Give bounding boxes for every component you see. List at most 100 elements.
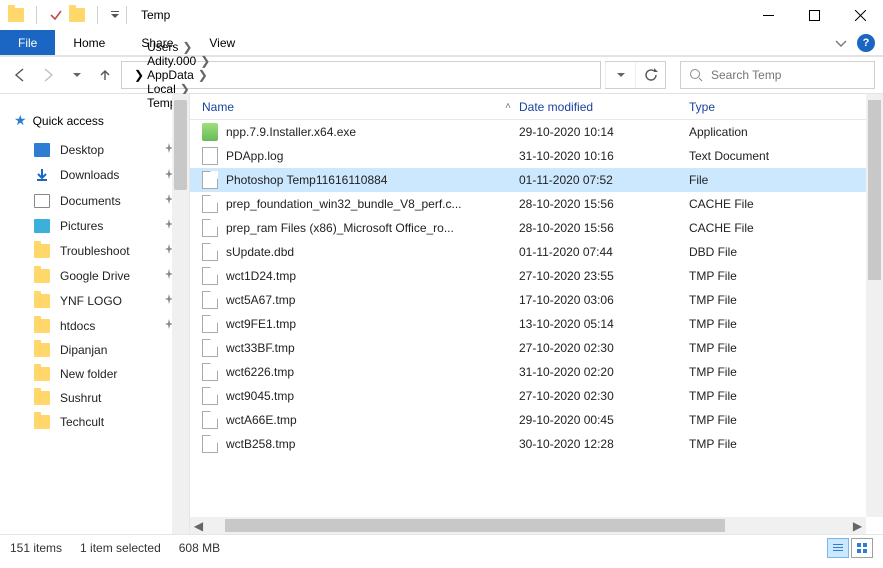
breadcrumb-segment[interactable]: Users [147, 40, 178, 54]
file-icon [202, 243, 218, 261]
horizontal-scrollbar[interactable]: ◀ ▶ [190, 517, 866, 534]
file-icon [202, 267, 218, 285]
file-row[interactable]: wct5A67.tmp17-10-2020 03:06TMP File [190, 288, 883, 312]
file-name: prep_foundation_win32_bundle_V8_perf.c..… [226, 197, 462, 211]
file-row[interactable]: npp.7.9.Installer.x64.exe29-10-2020 10:1… [190, 120, 883, 144]
file-type: Application [689, 125, 883, 139]
sidebar-item[interactable]: Troubleshoot [10, 238, 189, 263]
maximize-button[interactable] [791, 0, 837, 30]
title-bar: Temp [0, 0, 883, 30]
quick-access-header[interactable]: ★ Quick access [10, 108, 189, 137]
search-box[interactable] [680, 61, 875, 89]
scroll-left-icon[interactable]: ◀ [190, 517, 207, 534]
file-row[interactable]: Photoshop Temp1161611088401-11-2020 07:5… [190, 168, 883, 192]
file-type: TMP File [689, 293, 883, 307]
file-icon [202, 171, 218, 189]
vertical-scrollbar[interactable] [866, 94, 883, 517]
qat-folder-icon[interactable] [69, 8, 85, 22]
file-name: wct33BF.tmp [226, 341, 295, 355]
file-icon [202, 315, 218, 333]
nav-scrollbar[interactable] [172, 94, 189, 534]
view-details-button[interactable] [827, 538, 849, 558]
sidebar-item-label: htdocs [60, 319, 95, 333]
close-button[interactable] [837, 0, 883, 30]
file-row[interactable]: PDApp.log31-10-2020 10:16Text Document [190, 144, 883, 168]
tab-home[interactable]: Home [55, 30, 123, 55]
back-button[interactable] [8, 61, 32, 89]
file-row[interactable]: sUpdate.dbd01-11-2020 07:44DBD File [190, 240, 883, 264]
help-button[interactable]: ? [857, 34, 875, 52]
file-date: 31-10-2020 02:20 [519, 365, 689, 379]
status-selection: 1 item selected [80, 541, 161, 555]
sidebar-item[interactable]: Sushrut [10, 386, 189, 410]
file-date: 13-10-2020 05:14 [519, 317, 689, 331]
sidebar-item-label: Techcult [60, 415, 104, 429]
file-type: DBD File [689, 245, 883, 259]
file-row[interactable]: wct1D24.tmp27-10-2020 23:55TMP File [190, 264, 883, 288]
file-name: wct9FE1.tmp [226, 317, 296, 331]
sidebar-item[interactable]: Documents [10, 188, 189, 213]
file-icon [202, 387, 218, 405]
window-title: Temp [141, 8, 170, 22]
sidebar-item[interactable]: Techcult [10, 410, 189, 434]
file-date: 28-10-2020 15:56 [519, 221, 689, 235]
recent-dropdown[interactable] [65, 61, 89, 89]
file-row[interactable]: wctA66E.tmp29-10-2020 00:45TMP File [190, 408, 883, 432]
file-icon [202, 147, 218, 165]
sidebar-item[interactable]: Pictures [10, 213, 189, 238]
file-row[interactable]: wct9045.tmp27-10-2020 02:30TMP File [190, 384, 883, 408]
search-input[interactable] [711, 68, 866, 82]
column-type[interactable]: Type [689, 100, 883, 114]
sidebar-item[interactable]: htdocs [10, 313, 189, 338]
file-date: 29-10-2020 10:14 [519, 125, 689, 139]
sidebar-item[interactable]: New folder [10, 362, 189, 386]
chevron-right-icon[interactable]: ❯ [182, 40, 192, 54]
sidebar-item[interactable]: Google Drive [10, 263, 189, 288]
file-icon [202, 339, 218, 357]
checkmark-icon[interactable] [49, 8, 63, 22]
file-icon [202, 219, 218, 237]
scroll-right-icon[interactable]: ▶ [849, 517, 866, 534]
file-row[interactable]: wct6226.tmp31-10-2020 02:20TMP File [190, 360, 883, 384]
sidebar-item[interactable]: Desktop [10, 137, 189, 162]
file-name: wct6226.tmp [226, 365, 294, 379]
file-type: Text Document [689, 149, 883, 163]
chevron-right-icon[interactable]: ❯ [198, 68, 208, 82]
column-date[interactable]: Date modified [519, 100, 689, 114]
file-type: TMP File [689, 341, 883, 355]
status-item-count: 151 items [10, 541, 62, 555]
chevron-right-icon[interactable]: ❯ [200, 54, 210, 68]
file-type: CACHE File [689, 197, 883, 211]
chevron-right-icon[interactable]: ❯ [134, 68, 144, 82]
file-date: 17-10-2020 03:06 [519, 293, 689, 307]
file-type: CACHE File [689, 221, 883, 235]
file-row[interactable]: prep_ram Files (x86)_Microsoft Office_ro… [190, 216, 883, 240]
view-thumbnails-button[interactable] [851, 538, 873, 558]
star-icon: ★ [14, 112, 27, 129]
address-dropdown[interactable] [605, 62, 635, 88]
sidebar-item-label: Downloads [60, 168, 119, 182]
refresh-button[interactable] [635, 62, 665, 88]
minimize-button[interactable] [745, 0, 791, 30]
file-row[interactable]: wctB258.tmp30-10-2020 12:28TMP File [190, 432, 883, 456]
file-tab[interactable]: File [0, 30, 55, 55]
breadcrumb[interactable]: ❯ Users❯Adity.000❯AppData❯Local❯Temp❯ [121, 61, 601, 89]
column-name[interactable]: Name˄ [202, 100, 519, 114]
sort-indicator-icon: ˄ [505, 101, 511, 112]
file-date: 27-10-2020 02:30 [519, 389, 689, 403]
breadcrumb-segment[interactable]: AppData [147, 68, 194, 82]
file-row[interactable]: wct33BF.tmp27-10-2020 02:30TMP File [190, 336, 883, 360]
file-row[interactable]: prep_foundation_win32_bundle_V8_perf.c..… [190, 192, 883, 216]
forward-button[interactable] [36, 61, 60, 89]
file-date: 28-10-2020 15:56 [519, 197, 689, 211]
breadcrumb-segment[interactable]: Adity.000 [147, 54, 196, 68]
ribbon-expand-icon[interactable] [835, 37, 847, 49]
sidebar-item[interactable]: Dipanjan [10, 338, 189, 362]
sidebar-item[interactable]: YNF LOGO [10, 288, 189, 313]
file-row[interactable]: wct9FE1.tmp13-10-2020 05:14TMP File [190, 312, 883, 336]
sidebar-item[interactable]: Downloads [10, 162, 189, 188]
file-name: Photoshop Temp11616110884 [226, 173, 387, 187]
up-button[interactable] [93, 61, 117, 89]
file-name: wct1D24.tmp [226, 269, 296, 283]
qat-dropdown-icon[interactable] [110, 10, 120, 20]
